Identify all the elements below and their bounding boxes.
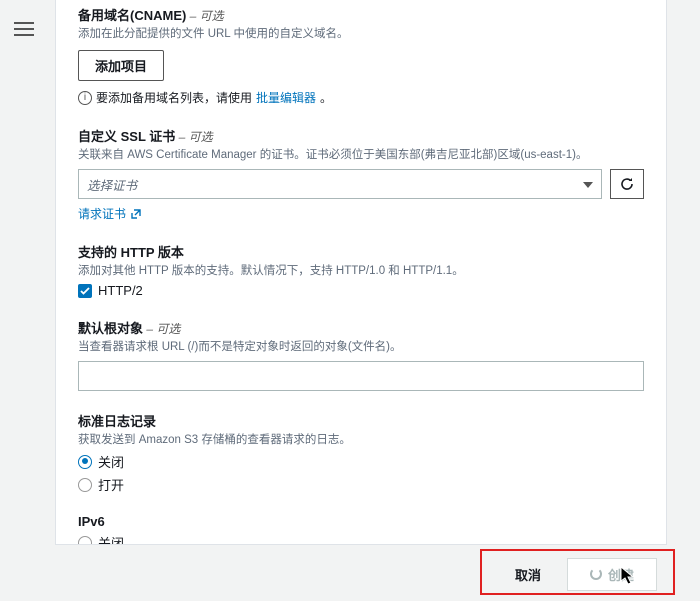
ssl-select-placeholder: 选择证书 (87, 175, 137, 194)
create-button-label: 创建 (608, 565, 634, 584)
ssl-title: 自定义 SSL 证书 (78, 129, 175, 144)
spinner-icon (590, 568, 602, 580)
http2-label: HTTP/2 (98, 283, 143, 298)
request-cert-link[interactable]: 请求证书 (78, 205, 142, 222)
log-desc: 获取发送到 Amazon S3 存储桶的查看器请求的日志。 (78, 432, 644, 448)
chevron-down-icon (583, 177, 593, 191)
root-desc: 当查看器请求根 URL (/)而不是特定对象时返回的对象(文件名)。 (78, 339, 644, 355)
hamburger-menu-icon[interactable] (14, 22, 34, 38)
ssl-section: 自定义 SSL 证书 – 可选 关联来自 AWS Certificate Man… (78, 126, 644, 222)
info-suffix: 。 (320, 89, 332, 106)
ipv6-off-label: 关闭 (98, 533, 124, 545)
refresh-icon (619, 176, 635, 192)
external-link-icon (130, 208, 142, 220)
checkmark-icon (80, 287, 90, 295)
ipv6-title: IPv6 (78, 514, 644, 529)
http-desc: 添加对其他 HTTP 版本的支持。默认情况下，支持 HTTP/1.0 和 HTT… (78, 263, 644, 279)
log-title: 标准日志记录 (78, 411, 644, 430)
http-title: 支持的 HTTP 版本 (78, 242, 644, 261)
add-item-button[interactable]: 添加项目 (78, 50, 164, 81)
cname-desc: 添加在此分配提供的文件 URL 中使用的自定义域名。 (78, 26, 644, 42)
log-off-radio[interactable] (78, 455, 92, 469)
cname-section: 备用域名(CNAME) – 可选 添加在此分配提供的文件 URL 中使用的自定义… (78, 5, 644, 106)
cancel-button[interactable]: 取消 (499, 559, 557, 590)
info-icon: i (78, 91, 92, 105)
http2-checkbox[interactable] (78, 284, 92, 298)
log-on-label: 打开 (98, 475, 124, 494)
log-off-label: 关闭 (98, 452, 124, 471)
bulk-editor-link[interactable]: 批量编辑器 (256, 89, 316, 106)
root-object-input[interactable] (78, 361, 644, 391)
ssl-cert-select[interactable]: 选择证书 (78, 169, 602, 199)
http-section: 支持的 HTTP 版本 添加对其他 HTTP 版本的支持。默认情况下，支持 HT… (78, 242, 644, 298)
root-title: 默认根对象 (78, 321, 143, 336)
ssl-desc: 关联来自 AWS Certificate Manager 的证书。证书必须位于美… (78, 147, 644, 163)
optional-tag: – 可选 (175, 130, 212, 144)
ipv6-section: IPv6 关闭 打开 (78, 514, 644, 545)
settings-card: 备用域名(CNAME) – 可选 添加在此分配提供的文件 URL 中使用的自定义… (55, 0, 667, 545)
log-on-radio[interactable] (78, 478, 92, 492)
optional-tag: – 可选 (186, 9, 223, 23)
create-button[interactable]: 创建 (567, 558, 657, 591)
optional-tag: – 可选 (143, 322, 180, 336)
root-section: 默认根对象 – 可选 当查看器请求根 URL (/)而不是特定对象时返回的对象(… (78, 318, 644, 391)
cname-title: 备用域名(CNAME) (78, 8, 186, 23)
cname-info: i 要添加备用域名列表，请使用 批量编辑器。 (78, 89, 644, 106)
footer-actions: 取消 创建 (55, 552, 667, 596)
info-prefix: 要添加备用域名列表，请使用 (96, 89, 252, 106)
log-section: 标准日志记录 获取发送到 Amazon S3 存储桶的查看器请求的日志。 关闭 … (78, 411, 644, 494)
refresh-button[interactable] (610, 169, 644, 199)
ipv6-off-radio[interactable] (78, 536, 92, 545)
